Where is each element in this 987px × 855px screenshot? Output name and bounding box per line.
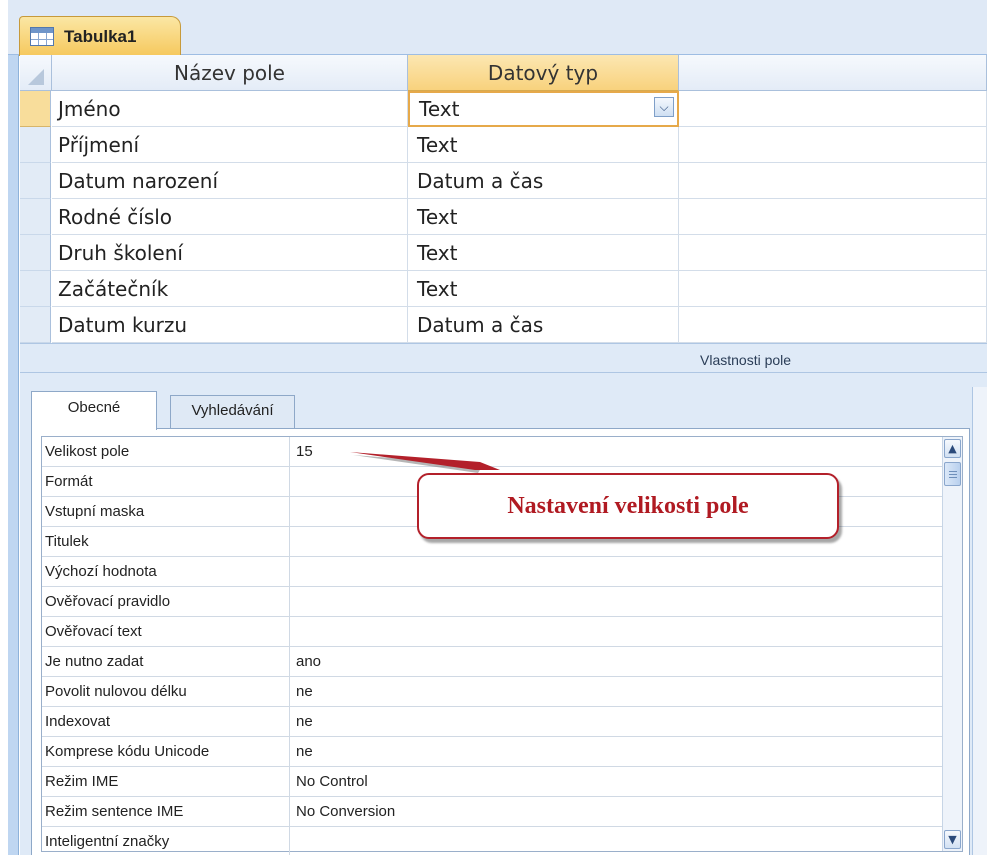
property-label: Komprese kódu Unicode — [42, 737, 290, 766]
property-label: Je nutno zadat — [42, 647, 290, 676]
property-value-input[interactable]: 15 — [296, 437, 936, 466]
column-header-description[interactable] — [679, 55, 987, 91]
tab-general[interactable]: Obecné — [31, 391, 157, 430]
field-name-cell[interactable]: Datum kurzu — [52, 307, 408, 343]
property-row[interactable]: Režim sentence IME No Conversion — [42, 797, 943, 827]
property-label: Formát — [42, 467, 290, 496]
field-properties-title: Vlastnosti pole — [700, 352, 792, 368]
property-label: Režim sentence IME — [42, 797, 290, 826]
callout-annotation: Nastavení velikosti pole — [417, 473, 839, 539]
property-row[interactable]: Ověřovací pravidlo — [42, 587, 943, 617]
chevron-down-icon[interactable]: ⌵ — [654, 97, 674, 117]
row-selector[interactable] — [20, 235, 51, 271]
row-selector[interactable] — [20, 307, 51, 343]
field-name-cell[interactable]: Druh školení — [52, 235, 408, 271]
tab-lookup[interactable]: Vyhledávání — [170, 395, 295, 429]
table-row: Datum narození Datum a čas — [20, 163, 987, 199]
property-label: Povolit nulovou délku — [42, 677, 290, 706]
row-selector[interactable] — [20, 127, 51, 163]
window-edge — [0, 0, 8, 855]
property-row[interactable]: Komprese kódu Unicode ne — [42, 737, 943, 767]
property-value-input[interactable]: No Conversion — [296, 797, 936, 826]
description-cell[interactable] — [679, 235, 987, 271]
data-type-select[interactable]: Text ⌵ — [408, 91, 679, 127]
property-label: Inteligentní značky — [42, 827, 290, 855]
row-selector[interactable] — [20, 271, 51, 307]
field-properties-pane: Obecné Vyhledávání Velikost pole 15 Form… — [20, 373, 987, 855]
property-label: Titulek — [42, 527, 290, 556]
scroll-up-icon[interactable]: ▲ — [944, 439, 961, 458]
row-selector[interactable] — [20, 91, 51, 127]
field-name-cell[interactable]: Jméno — [52, 91, 408, 127]
document-tab[interactable]: Tabulka1 — [19, 16, 181, 56]
description-cell[interactable] — [679, 163, 987, 199]
property-label: Velikost pole — [42, 437, 290, 466]
property-label: Výchozí hodnota — [42, 557, 290, 586]
property-row[interactable]: Inteligentní značky — [42, 827, 943, 855]
field-name-cell[interactable]: Rodné číslo — [52, 199, 408, 235]
field-name-cell[interactable]: Datum narození — [52, 163, 408, 199]
data-type-cell[interactable]: Text — [408, 235, 679, 271]
property-value-input[interactable] — [296, 557, 936, 586]
property-value-input[interactable]: ne — [296, 707, 936, 736]
data-type-cell[interactable]: Datum a čas — [408, 163, 679, 199]
property-value-input[interactable]: No Control — [296, 767, 936, 796]
table-row: Jméno Text ⌵ — [20, 91, 987, 127]
property-value-input[interactable] — [296, 617, 936, 646]
table-row: Druh školení Text — [20, 235, 987, 271]
property-label: Ověřovací text — [42, 617, 290, 646]
field-name-cell[interactable]: Začátečník — [52, 271, 408, 307]
property-row[interactable]: Indexovat ne — [42, 707, 943, 737]
property-row[interactable]: Je nutno zadat ano — [42, 647, 943, 677]
data-type-cell[interactable]: Datum a čas — [408, 307, 679, 343]
navigation-pane-edge — [8, 0, 19, 855]
property-value-input[interactable] — [296, 587, 936, 616]
description-cell[interactable] — [679, 91, 987, 127]
property-label: Vstupní maska — [42, 497, 290, 526]
select-all-corner[interactable] — [20, 55, 52, 91]
help-panel-edge — [972, 387, 987, 855]
table-row: Začátečník Text — [20, 271, 987, 307]
description-cell[interactable] — [679, 271, 987, 307]
property-label: Indexovat — [42, 707, 290, 736]
column-header-data-type[interactable]: Datový typ — [408, 55, 679, 91]
table-row: Příjmení Text — [20, 127, 987, 163]
property-row[interactable]: Výchozí hodnota — [42, 557, 943, 587]
data-type-cell[interactable]: Text — [408, 271, 679, 307]
field-properties-header: Vlastnosti pole — [20, 343, 987, 373]
property-row[interactable]: Povolit nulovou délku ne — [42, 677, 943, 707]
description-cell[interactable] — [679, 307, 987, 343]
table-design-grid: Název pole Datový typ Jméno Text ⌵ Příjm… — [20, 55, 987, 343]
property-value-input[interactable]: ne — [296, 737, 936, 766]
property-label: Režim IME — [42, 767, 290, 796]
property-row[interactable]: Režim IME No Control — [42, 767, 943, 797]
data-type-cell[interactable]: Text — [408, 199, 679, 235]
table-row: Rodné číslo Text — [20, 199, 987, 235]
property-value-input[interactable]: ne — [296, 677, 936, 706]
scroll-thumb[interactable] — [944, 462, 961, 486]
data-type-value: Text — [419, 97, 460, 121]
field-name-cell[interactable]: Příjmení — [52, 127, 408, 163]
property-label: Ověřovací pravidlo — [42, 587, 290, 616]
property-value-input[interactable] — [296, 827, 936, 855]
description-cell[interactable] — [679, 199, 987, 235]
column-header-field-name[interactable]: Název pole — [52, 55, 408, 91]
select-all-icon — [28, 68, 44, 85]
document-tab-label: Tabulka1 — [64, 26, 137, 46]
table-row: Datum kurzu Datum a čas — [20, 307, 987, 343]
property-row[interactable]: Velikost pole 15 — [42, 437, 943, 467]
property-value-input[interactable]: ano — [296, 647, 936, 676]
scroll-down-icon[interactable]: ▼ — [944, 830, 961, 849]
row-selector[interactable] — [20, 199, 51, 235]
properties-scrollbar[interactable]: ▲ ▼ — [942, 437, 962, 851]
row-selector[interactable] — [20, 163, 51, 199]
data-type-cell[interactable]: Text — [408, 127, 679, 163]
property-row[interactable]: Ověřovací text — [42, 617, 943, 647]
description-cell[interactable] — [679, 127, 987, 163]
table-icon — [30, 27, 54, 46]
